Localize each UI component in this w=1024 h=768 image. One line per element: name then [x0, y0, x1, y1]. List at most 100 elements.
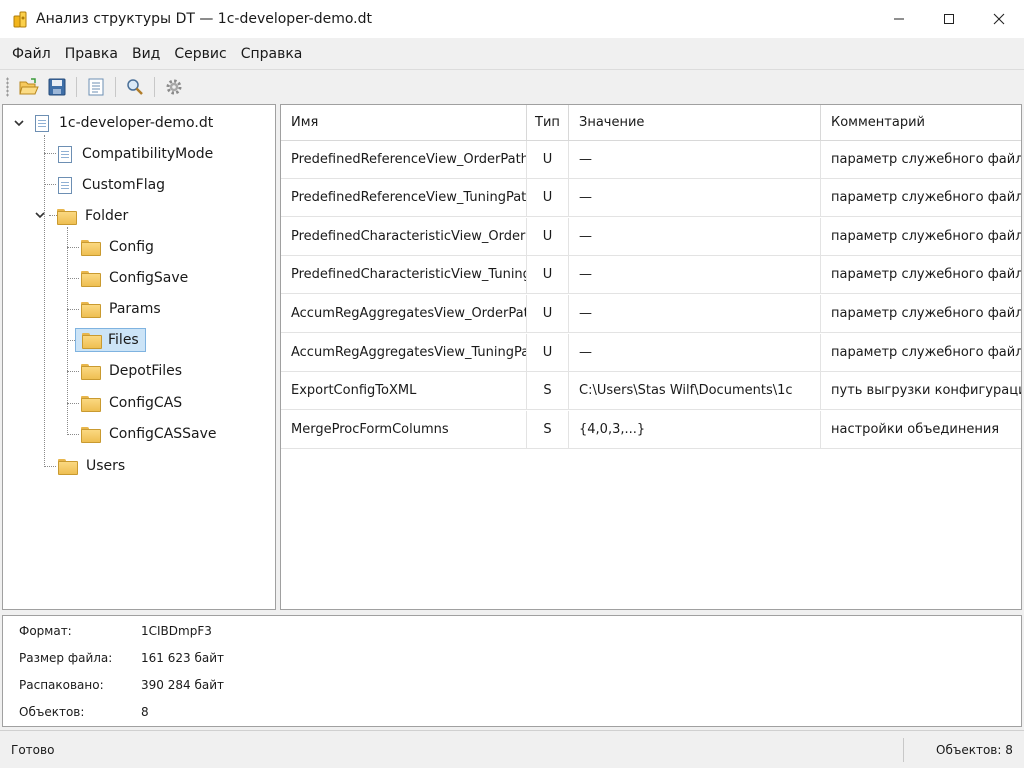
settings-button[interactable] [162, 75, 186, 99]
table-row[interactable]: MergeProcFormColumns S {4,0,3,...} настр… [281, 411, 1021, 449]
tree-item-users[interactable]: Users [58, 454, 131, 478]
chevron-down-icon[interactable] [13, 117, 25, 129]
open-button[interactable] [17, 75, 41, 99]
cell-type: U [527, 295, 569, 333]
chevron-down-icon[interactable] [34, 209, 46, 221]
window-controls [874, 0, 1024, 38]
cell-name: PredefinedCharacteristicView_OrderPath [281, 218, 527, 256]
table-row[interactable]: AccumRegAggregatesView_TuningPath U — па… [281, 334, 1021, 372]
menu-edit[interactable]: Правка [58, 38, 125, 70]
cell-type: U [527, 218, 569, 256]
table-row[interactable]: PredefinedCharacteristicView_TuningPath … [281, 256, 1021, 294]
cell-comment: настройки объединения [831, 422, 1000, 437]
window-title: Анализ структуры DT — 1c-developer-demo.… [36, 11, 372, 27]
cell-value: {4,0,3,...} [569, 411, 821, 449]
table-row[interactable]: PredefinedReferenceView_TuningPath U — п… [281, 179, 1021, 217]
status-text: Готово [11, 742, 55, 757]
tree-item-root[interactable]: 1c-developer-demo.dt [35, 111, 219, 135]
document-icon [58, 145, 72, 163]
search-button[interactable] [123, 75, 147, 99]
tree-item-config-cas-save[interactable]: ConfigCASSave [81, 422, 223, 446]
minimize-button[interactable] [874, 0, 924, 38]
tree-item-label: ConfigCAS [109, 395, 183, 411]
menu-help[interactable]: Справка [234, 38, 310, 70]
tree-item-config[interactable]: Config [81, 235, 160, 259]
properties-button[interactable] [84, 75, 108, 99]
info-value: 8 [141, 705, 149, 719]
close-icon [993, 13, 1005, 25]
close-button[interactable] [974, 0, 1024, 38]
info-row-objects: Объектов: 8 [19, 702, 149, 722]
info-label: Формат: [19, 624, 72, 638]
cell-comment: параметр служебного файла [831, 190, 1021, 205]
table-row[interactable]: AccumRegAggregatesView_OrderPath U — пар… [281, 295, 1021, 333]
tree-item-folder[interactable]: Folder [57, 204, 134, 228]
list-icon [88, 78, 104, 96]
cell-type: S [527, 372, 569, 410]
cell-name: AccumRegAggregatesView_TuningPath [281, 334, 527, 372]
table-row[interactable]: PredefinedCharacteristicView_OrderPath U… [281, 218, 1021, 256]
tree-item-label: CompatibilityMode [82, 146, 214, 162]
toolbar-grip[interactable] [6, 77, 9, 97]
gear-icon [166, 79, 182, 95]
column-header-comment[interactable]: Комментарий [821, 105, 1021, 141]
info-value: 1CIBDmpF3 [141, 624, 212, 638]
grid-header: Имя Тип Значение Комментарий [281, 105, 1021, 141]
cell-type: U [527, 334, 569, 372]
tree-item-config-cas[interactable]: ConfigCAS [81, 391, 188, 415]
cell-comment: параметр служебного файла [831, 152, 1021, 167]
column-header-value[interactable]: Значение [569, 105, 821, 141]
info-label: Распаковано: [19, 678, 104, 692]
tree-item-custom-flag[interactable]: CustomFlag [58, 173, 171, 197]
cell-comment: параметр служебного файла [831, 229, 1021, 244]
info-label: Объектов: [19, 705, 85, 719]
column-header-type[interactable]: Тип [527, 105, 569, 141]
menu-view[interactable]: Вид [125, 38, 167, 70]
tree-item-params[interactable]: Params [81, 297, 167, 321]
maximize-button[interactable] [924, 0, 974, 38]
tree-connector [44, 466, 56, 467]
status-bar: Готово Объектов: 8 [0, 730, 1024, 768]
search-icon [127, 79, 143, 95]
tree-item-label: Files [108, 332, 139, 348]
folder-icon [81, 240, 101, 256]
cell-value: — [569, 141, 821, 179]
toolbar-separator [76, 77, 77, 97]
cell-value: — [569, 179, 821, 217]
column-header-name[interactable]: Имя [281, 105, 527, 141]
properties-grid[interactable]: Имя Тип Значение Комментарий PredefinedR… [280, 104, 1022, 610]
menu-file[interactable]: Файл [5, 38, 58, 70]
tree-item-label: DepotFiles [109, 363, 183, 379]
folder-icon [58, 459, 78, 475]
cell-type: U [527, 141, 569, 179]
tree-connector [44, 184, 56, 185]
document-icon [58, 176, 72, 194]
folder-icon [81, 364, 101, 380]
cell-comment: параметр служебного файла [831, 345, 1021, 360]
cell-comment: параметр служебного файла [831, 306, 1021, 321]
info-row-file-size: Размер файла: 161 623 байт [19, 648, 224, 668]
table-row[interactable]: ExportConfigToXML S C:\Users\Stas Wilf\D… [281, 372, 1021, 410]
save-icon [48, 78, 66, 96]
tree-item-depot-files[interactable]: DepotFiles [81, 359, 188, 383]
cell-type: S [527, 411, 569, 449]
tree-panel[interactable]: 1c-developer-demo.dt CompatibilityMode C… [2, 104, 276, 610]
tree-item-config-save[interactable]: ConfigSave [81, 266, 194, 290]
folder-icon [81, 302, 101, 318]
cell-name: ExportConfigToXML [281, 372, 527, 410]
table-row[interactable]: PredefinedReferenceView_OrderPath U — па… [281, 141, 1021, 179]
folder-icon [57, 209, 77, 225]
tree-item-compatibility-mode[interactable]: CompatibilityMode [58, 142, 219, 166]
menu-bar: Файл Правка Вид Сервис Справка [0, 38, 1024, 70]
tree-connector [44, 153, 56, 154]
tree-item-files[interactable]: Files [75, 328, 146, 352]
file-info-panel: Формат: 1CIBDmpF3 Размер файла: 161 623 … [2, 615, 1022, 727]
tree-item-label: 1c-developer-demo.dt [59, 115, 214, 131]
folder-icon [81, 427, 101, 443]
save-button[interactable] [45, 75, 69, 99]
app-icon [12, 10, 28, 28]
cell-comment: параметр служебного файла [831, 267, 1021, 282]
tree-connector [67, 403, 79, 404]
menu-service[interactable]: Сервис [167, 38, 233, 70]
cell-comment: путь выгрузки конфигурации [831, 383, 1021, 398]
